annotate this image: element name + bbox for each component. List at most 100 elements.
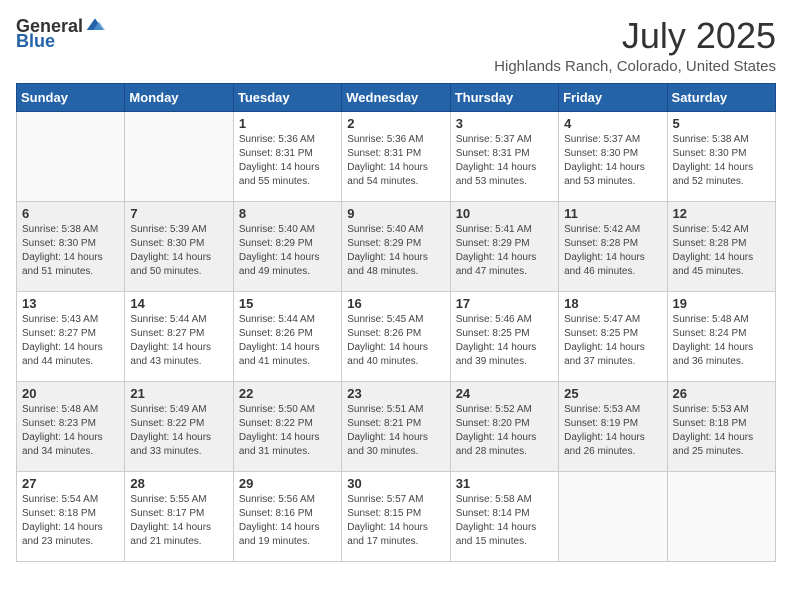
- day-number: 23: [347, 386, 444, 401]
- table-row: 7 Sunrise: 5:39 AMSunset: 8:30 PMDaylight…: [125, 201, 233, 291]
- day-detail: Sunrise: 5:44 AMSunset: 8:26 PMDaylight:…: [239, 313, 336, 369]
- day-detail: Sunrise: 5:40 AMSunset: 8:29 PMDaylight:…: [239, 223, 336, 279]
- table-row: 2Sunrise: 5:36 AMSunset: 8:31 PMDaylight…: [342, 111, 450, 201]
- day-number: 16: [347, 296, 444, 311]
- day-detail: Sunrise: 5:41 AMSunset: 8:29 PMDaylight:…: [456, 223, 553, 279]
- day-detail: Sunrise: 5:50 AMSunset: 8:22 PMDaylight:…: [239, 403, 336, 459]
- day-number: 19: [673, 296, 770, 311]
- day-detail: Sunrise: 5:58 AMSunset: 8:14 PMDaylight:…: [456, 493, 553, 549]
- day-detail: Sunrise: 5:40 AMSunset: 8:29 PMDaylight:…: [347, 223, 444, 279]
- calendar-table: Sunday Monday Tuesday Wednesday Thursday…: [16, 83, 776, 562]
- day-detail: Sunrise: 5:48 AMSunset: 8:24 PMDaylight:…: [673, 313, 770, 369]
- page-header: General Blue July 2025 Highlands Ranch, …: [16, 16, 776, 75]
- month-title: July 2025: [494, 16, 776, 56]
- table-row: [17, 111, 125, 201]
- calendar-week-row: 1 Sunrise: 5:36 AMSunset: 8:31 PMDaylight…: [17, 111, 776, 201]
- location-title: Highlands Ranch, Colorado, United States: [494, 58, 776, 75]
- day-detail: Sunrise: 5:36 AMSunset: 8:31 PMDaylight:…: [239, 133, 336, 189]
- day-number: 22: [239, 386, 336, 401]
- day-detail: Sunrise: 5:43 AMSunset: 8:27 PMDaylight:…: [22, 313, 119, 369]
- table-row: 23 Sunrise: 5:51 AMSunset: 8:21 PMDayligh…: [342, 381, 450, 471]
- day-detail: Sunrise: 5:53 AMSunset: 8:18 PMDaylight:…: [673, 403, 770, 459]
- day-detail: Sunrise: 5:47 AMSunset: 8:25 PMDaylight:…: [564, 313, 661, 369]
- day-number: 31: [456, 476, 553, 491]
- table-row: 19 Sunrise: 5:48 AMSunset: 8:24 PMDayligh…: [667, 291, 775, 381]
- day-number: 18: [564, 296, 661, 311]
- table-row: 28Sunrise: 5:55 AMSunset: 8:17 PMDayligh…: [125, 471, 233, 561]
- table-row: 5 Sunrise: 5:38 AMSunset: 8:30 PMDaylight…: [667, 111, 775, 201]
- day-number: 8: [239, 206, 336, 221]
- day-detail: Sunrise: 5:37 AMSunset: 8:30 PMDaylight:…: [564, 133, 661, 189]
- day-number: 17: [456, 296, 553, 311]
- table-row: 8 Sunrise: 5:40 AMSunset: 8:29 PMDaylight…: [233, 201, 341, 291]
- calendar-week-row: 27 Sunrise: 5:54 AMSunset: 8:18 PMDayligh…: [17, 471, 776, 561]
- day-detail: Sunrise: 5:42 AMSunset: 8:28 PMDaylight:…: [564, 223, 661, 279]
- day-number: 25: [564, 386, 661, 401]
- table-row: 11 Sunrise: 5:42 AMSunset: 8:28 PMDayligh…: [559, 201, 667, 291]
- calendar-week-row: 6 Sunrise: 5:38 AMSunset: 8:30 PMDaylight…: [17, 201, 776, 291]
- day-number: 29: [239, 476, 336, 491]
- logo-blue: Blue: [16, 31, 55, 52]
- header-monday: Monday: [125, 83, 233, 111]
- table-row: 25 Sunrise: 5:53 AMSunset: 8:19 PMDayligh…: [559, 381, 667, 471]
- table-row: [559, 471, 667, 561]
- header-wednesday: Wednesday: [342, 83, 450, 111]
- table-row: 9 Sunrise: 5:40 AMSunset: 8:29 PMDaylight…: [342, 201, 450, 291]
- table-row: 6 Sunrise: 5:38 AMSunset: 8:30 PMDaylight…: [17, 201, 125, 291]
- calendar-week-row: 20 Sunrise: 5:48 AMSunset: 8:23 PMDayligh…: [17, 381, 776, 471]
- day-number: 9: [347, 206, 444, 221]
- weekday-header-row: Sunday Monday Tuesday Wednesday Thursday…: [17, 83, 776, 111]
- table-row: 13 Sunrise: 5:43 AMSunset: 8:27 PMDayligh…: [17, 291, 125, 381]
- day-number: 6: [22, 206, 119, 221]
- table-row: 24 Sunrise: 5:52 AMSunset: 8:20 PMDayligh…: [450, 381, 558, 471]
- header-friday: Friday: [559, 83, 667, 111]
- day-detail: Sunrise: 5:37 AMSunset: 8:31 PMDaylight:…: [456, 133, 553, 189]
- table-row: 14 Sunrise: 5:44 AMSunset: 8:27 PMDayligh…: [125, 291, 233, 381]
- day-number: 1: [239, 116, 336, 131]
- day-number: 10: [456, 206, 553, 221]
- day-number: 14: [130, 296, 227, 311]
- header-thursday: Thursday: [450, 83, 558, 111]
- day-number: 24: [456, 386, 553, 401]
- day-detail: Sunrise: 5:56 AMSunset: 8:16 PMDaylight:…: [239, 493, 336, 549]
- table-row: 27 Sunrise: 5:54 AMSunset: 8:18 PMDayligh…: [17, 471, 125, 561]
- table-row: 31 Sunrise: 5:58 AMSunset: 8:14 PMDayligh…: [450, 471, 558, 561]
- table-row: 1 Sunrise: 5:36 AMSunset: 8:31 PMDaylight…: [233, 111, 341, 201]
- table-row: 15Sunrise: 5:44 AMSunset: 8:26 PMDayligh…: [233, 291, 341, 381]
- table-row: [667, 471, 775, 561]
- day-number: 27: [22, 476, 119, 491]
- table-row: 29 Sunrise: 5:56 AMSunset: 8:16 PMDayligh…: [233, 471, 341, 561]
- header-sunday: Sunday: [17, 83, 125, 111]
- day-detail: Sunrise: 5:42 AMSunset: 8:28 PMDaylight:…: [673, 223, 770, 279]
- table-row: 3 Sunrise: 5:37 AMSunset: 8:31 PMDaylight…: [450, 111, 558, 201]
- day-detail: Sunrise: 5:57 AMSunset: 8:15 PMDaylight:…: [347, 493, 444, 549]
- title-block: July 2025 Highlands Ranch, Colorado, Uni…: [494, 16, 776, 75]
- day-number: 3: [456, 116, 553, 131]
- table-row: 10 Sunrise: 5:41 AMSunset: 8:29 PMDayligh…: [450, 201, 558, 291]
- table-row: 16Sunrise: 5:45 AMSunset: 8:26 PMDayligh…: [342, 291, 450, 381]
- day-detail: Sunrise: 5:38 AMSunset: 8:30 PMDaylight:…: [22, 223, 119, 279]
- table-row: 4Sunrise: 5:37 AMSunset: 8:30 PMDaylight…: [559, 111, 667, 201]
- day-detail: Sunrise: 5:51 AMSunset: 8:21 PMDaylight:…: [347, 403, 444, 459]
- day-number: 28: [130, 476, 227, 491]
- day-number: 12: [673, 206, 770, 221]
- day-detail: Sunrise: 5:52 AMSunset: 8:20 PMDaylight:…: [456, 403, 553, 459]
- calendar-week-row: 13 Sunrise: 5:43 AMSunset: 8:27 PMDayligh…: [17, 291, 776, 381]
- table-row: 26Sunrise: 5:53 AMSunset: 8:18 PMDayligh…: [667, 381, 775, 471]
- day-detail: Sunrise: 5:44 AMSunset: 8:27 PMDaylight:…: [130, 313, 227, 369]
- day-number: 7: [130, 206, 227, 221]
- day-number: 21: [130, 386, 227, 401]
- day-detail: Sunrise: 5:54 AMSunset: 8:18 PMDaylight:…: [22, 493, 119, 549]
- day-detail: Sunrise: 5:38 AMSunset: 8:30 PMDaylight:…: [673, 133, 770, 189]
- day-number: 13: [22, 296, 119, 311]
- day-number: 11: [564, 206, 661, 221]
- day-detail: Sunrise: 5:48 AMSunset: 8:23 PMDaylight:…: [22, 403, 119, 459]
- table-row: 12 Sunrise: 5:42 AMSunset: 8:28 PMDayligh…: [667, 201, 775, 291]
- table-row: 21Sunrise: 5:49 AMSunset: 8:22 PMDayligh…: [125, 381, 233, 471]
- day-detail: Sunrise: 5:53 AMSunset: 8:19 PMDaylight:…: [564, 403, 661, 459]
- day-number: 5: [673, 116, 770, 131]
- day-detail: Sunrise: 5:39 AMSunset: 8:30 PMDaylight:…: [130, 223, 227, 279]
- day-number: 20: [22, 386, 119, 401]
- logo-icon: [85, 15, 105, 35]
- logo: General Blue: [16, 16, 105, 52]
